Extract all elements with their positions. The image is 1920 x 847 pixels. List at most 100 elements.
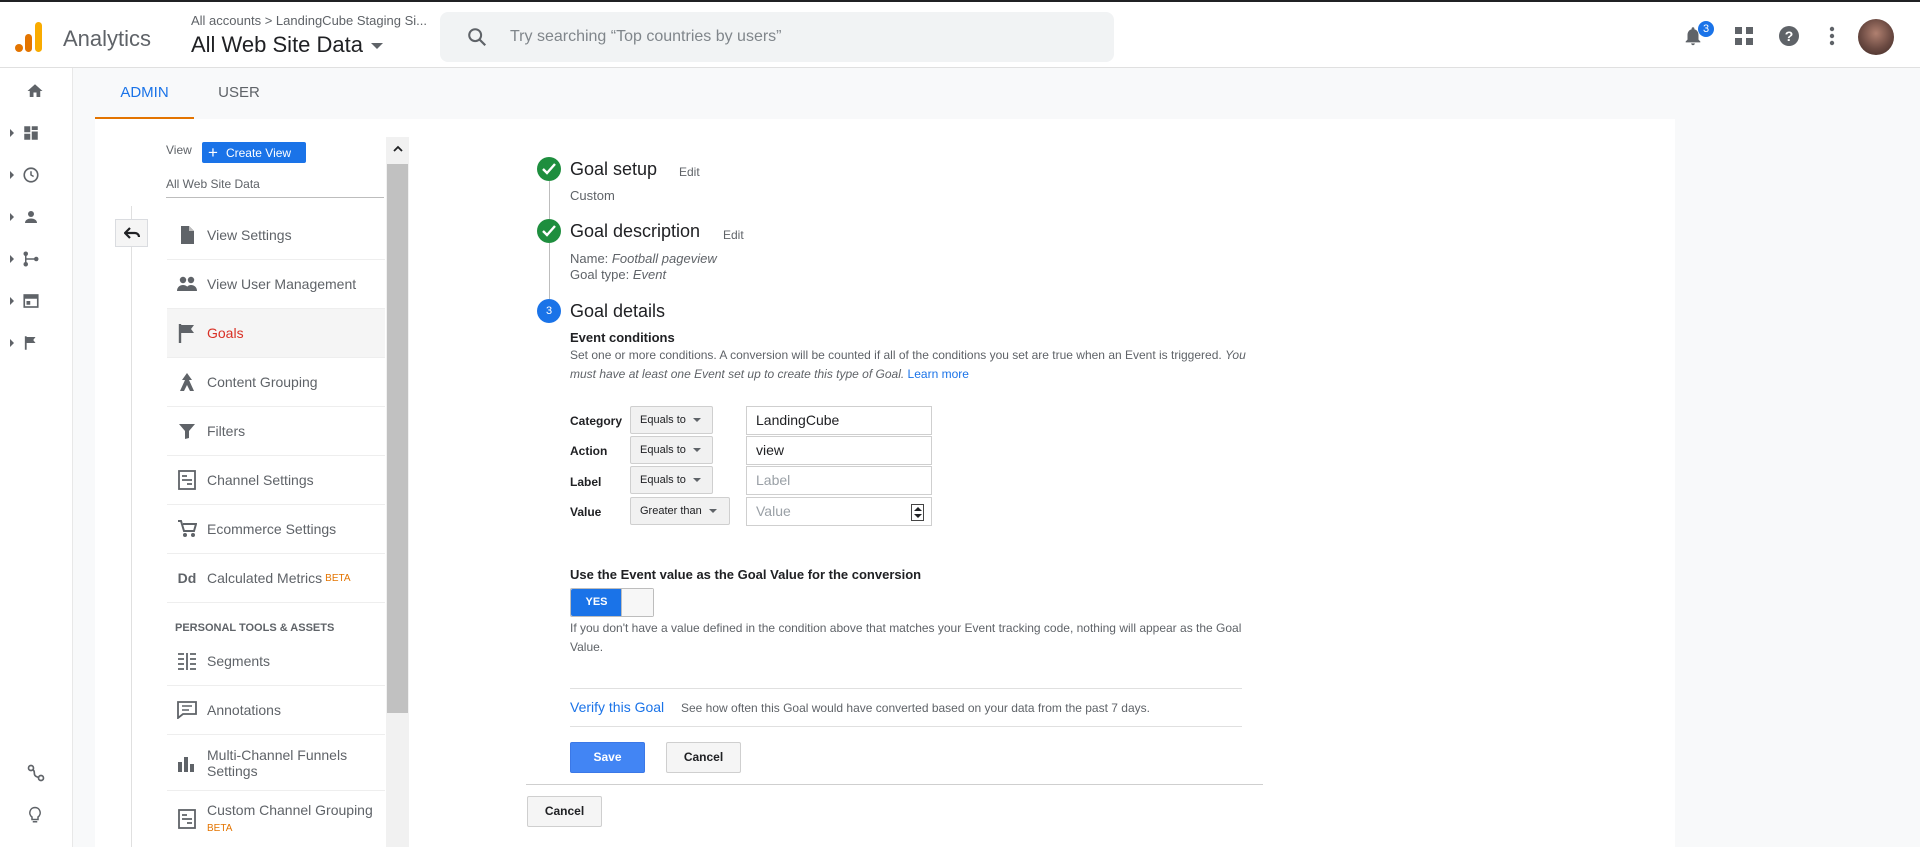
label-input[interactable]: Label	[746, 466, 932, 495]
acquisition-icon[interactable]	[10, 244, 60, 274]
operator-value: Equals to	[640, 444, 686, 456]
goal-name-row: Name: Football pageview	[570, 251, 717, 266]
save-button[interactable]: Save	[570, 742, 645, 773]
avatar[interactable]	[1858, 19, 1894, 55]
action-input[interactable]: view	[746, 436, 932, 465]
dd-icon: Dd	[177, 570, 197, 586]
app-title: Analytics	[63, 26, 152, 51]
search-bar[interactable]: Try searching “Top countries by users”	[440, 12, 1114, 62]
learn-more-link[interactable]: Learn more	[908, 367, 969, 381]
lightbulb-icon[interactable]	[26, 800, 76, 830]
channel-icon	[167, 470, 207, 490]
event-value-toggle[interactable]: YES	[570, 588, 654, 617]
search-input[interactable]: Try searching “Top countries by users”	[510, 28, 782, 46]
home-icon[interactable]	[26, 76, 76, 106]
nav-item-label: View Settings	[207, 227, 292, 243]
help-text-italic: You	[1225, 348, 1246, 362]
view-selector[interactable]: All Web Site Data	[191, 32, 384, 58]
nav-item-multi-channel-funnels[interactable]: Multi-Channel Funnels Settings	[167, 735, 385, 791]
beta-badge: BETA	[325, 572, 351, 584]
back-button[interactable]	[115, 219, 148, 247]
view-name: All Web Site Data	[191, 32, 364, 57]
nav-item-custom-channel-grouping[interactable]: Custom Channel Grouping BETA	[167, 791, 385, 847]
outer-cancel-button[interactable]: Cancel	[527, 796, 602, 827]
goal-description-title: Goal description	[570, 221, 701, 241]
nav-item-annotations[interactable]: Annotations	[167, 686, 385, 735]
label-operator-dropdown[interactable]: Equals to	[630, 466, 713, 494]
nav-item-channel-settings[interactable]: Channel Settings	[167, 456, 385, 505]
condition-label-value: Value	[570, 505, 602, 519]
goal-editor: Goal setup Edit Custom Goal description …	[430, 119, 1675, 847]
event-conditions-title: Event conditions	[570, 330, 675, 345]
divider	[526, 784, 1263, 785]
verify-goal-link[interactable]: Verify this Goal	[570, 699, 664, 715]
caret-down-icon	[371, 43, 384, 50]
check-icon	[537, 157, 561, 181]
top-bar: Analytics All accounts > LandingCube Sta…	[0, 0, 1920, 68]
value-input[interactable]: Value	[746, 497, 932, 526]
value-operator-dropdown[interactable]: Greater than	[630, 497, 730, 525]
nav-item-ecommerce-settings[interactable]: Ecommerce Settings	[167, 505, 385, 554]
number-spinner-icon[interactable]	[911, 504, 924, 521]
left-rail	[0, 68, 73, 847]
create-view-label: Create View	[225, 146, 292, 160]
breadcrumb[interactable]: All accounts > LandingCube Staging Si...	[191, 13, 427, 28]
nav-item-label-line2: Settings	[207, 762, 258, 779]
condition-label-label: Label	[570, 475, 602, 489]
toggle-knob	[621, 589, 653, 616]
scroll-up-icon[interactable]	[386, 137, 409, 159]
goal-name-label: Name:	[570, 251, 609, 266]
action-operator-dropdown[interactable]: Equals to	[630, 436, 713, 464]
check-icon	[537, 219, 561, 243]
nav-item-filters[interactable]: Filters	[167, 407, 385, 456]
create-view-button[interactable]: + Create View	[202, 142, 306, 163]
cancel-button[interactable]: Cancel	[666, 742, 741, 773]
nav-item-calculated-metrics[interactable]: Dd Calculated Metrics BETA	[167, 554, 385, 603]
segments-icon	[167, 652, 207, 670]
nav-item-goals[interactable]: Goals	[167, 309, 385, 358]
category-operator-dropdown[interactable]: Equals to	[630, 406, 713, 434]
tab-user[interactable]: USER	[194, 70, 284, 120]
filter-icon	[167, 422, 207, 440]
cart-icon	[167, 520, 207, 538]
admin-panel: View + Create View All Web Site Data View…	[95, 119, 1675, 847]
attribution-icon[interactable]	[26, 758, 76, 788]
plus-icon: +	[208, 143, 218, 162]
nav-item-label: Goals	[207, 325, 244, 341]
scroll-thumb[interactable]	[387, 164, 408, 713]
nav-item-label: Content Grouping	[207, 374, 318, 390]
nav-item-label-group: Custom Channel Grouping BETA	[207, 802, 373, 837]
nav-item-view-settings[interactable]: View Settings	[167, 211, 385, 260]
tab-admin[interactable]: ADMIN	[95, 70, 194, 120]
nav-item-label: Filters	[207, 423, 246, 439]
help-icon[interactable]: ?	[1777, 24, 1801, 48]
verify-goal-description: See how often this Goal would have conve…	[681, 701, 1150, 715]
customization-icon[interactable]	[10, 118, 60, 148]
nav-item-label: Ecommerce Settings	[207, 521, 337, 537]
search-icon	[468, 28, 487, 47]
realtime-icon[interactable]	[10, 160, 60, 190]
goal-type-value: Event	[632, 267, 667, 282]
grouping-icon	[167, 372, 207, 392]
more-vert-icon[interactable]	[1820, 24, 1844, 48]
goal-setup-title: Goal setup	[570, 159, 658, 179]
goal-setup-edit-link[interactable]: Edit	[679, 165, 700, 179]
event-conditions-help: Set one or more conditions. A conversion…	[570, 346, 1260, 384]
analytics-logo-icon[interactable]	[15, 22, 45, 52]
apps-grid-icon[interactable]	[1732, 24, 1756, 48]
event-value-note-end: Value.	[570, 640, 604, 654]
nav-scrollbar[interactable]	[386, 137, 409, 847]
nav-item-view-user-management[interactable]: View User Management	[167, 260, 385, 309]
operator-value: Equals to	[640, 474, 686, 486]
back-arrow-icon	[123, 227, 140, 239]
category-input[interactable]: LandingCube	[746, 406, 932, 435]
nav-item-segments[interactable]: Segments	[167, 637, 385, 686]
conversions-icon[interactable]	[10, 328, 60, 358]
operator-value: Greater than	[640, 505, 702, 517]
help-text: Set one or more conditions. A conversion…	[570, 348, 1222, 362]
goal-description-edit-link[interactable]: Edit	[723, 228, 744, 242]
nav-item-content-grouping[interactable]: Content Grouping	[167, 358, 385, 407]
audience-icon[interactable]	[10, 202, 60, 232]
selected-view[interactable]: All Web Site Data	[166, 177, 260, 191]
behavior-icon[interactable]	[10, 286, 60, 316]
